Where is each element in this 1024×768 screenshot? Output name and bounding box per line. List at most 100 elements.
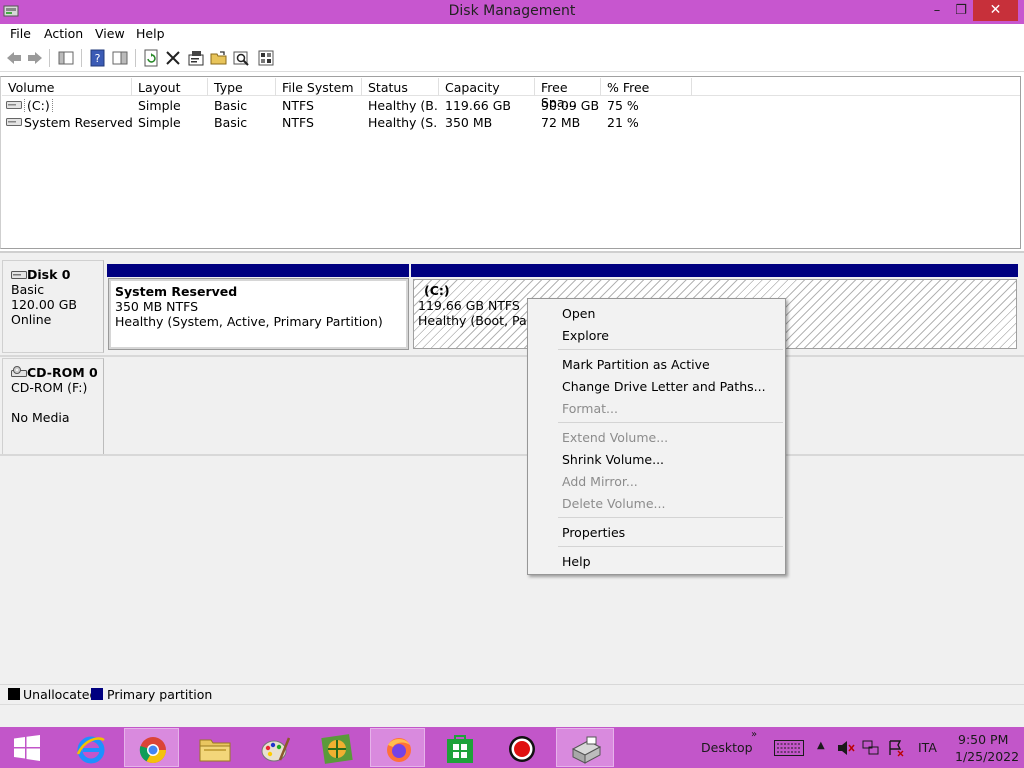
cdrom-0-label[interactable]: CD-ROM 0 CD-ROM (F:) No Media <box>2 358 104 455</box>
close-button[interactable]: ✕ <box>973 0 1018 21</box>
column-layout[interactable]: Layout <box>132 78 208 96</box>
cdrom-0-drive: CD-ROM (F:) <box>11 380 88 395</box>
speaker-muted-icon[interactable] <box>837 740 855 756</box>
taskbar-disk-management[interactable] <box>556 728 614 767</box>
taskbar-firefox[interactable] <box>370 728 425 767</box>
column-status[interactable]: Status <box>362 78 439 96</box>
paint-icon <box>261 737 290 762</box>
start-button[interactable] <box>0 728 52 767</box>
volume-file-system: NTFS <box>282 98 314 113</box>
delete-icon[interactable] <box>164 49 182 67</box>
partition-system-reserved[interactable]: System Reserved 350 MB NTFS Healthy (Sys… <box>108 278 409 350</box>
keyboard-icon[interactable] <box>774 740 804 756</box>
menu-item-shrink-volume[interactable]: Shrink Volume... <box>562 452 664 467</box>
volume-status: Healthy (S... <box>368 115 438 130</box>
store-icon <box>447 735 473 763</box>
input-language[interactable]: ITA <box>918 740 937 755</box>
find-icon[interactable] <box>233 49 251 67</box>
menu-separator <box>558 517 783 518</box>
menu-file[interactable]: File <box>10 26 31 41</box>
column-capacity[interactable]: Capacity <box>439 78 535 96</box>
chevron-right-icon[interactable]: » <box>751 729 757 740</box>
volume-type: Basic <box>214 98 248 113</box>
taskbar-paint[interactable] <box>247 728 302 767</box>
restore-button[interactable]: ❐ <box>946 0 976 21</box>
menu-separator <box>558 349 783 350</box>
volume-list[interactable]: Volume Layout Type File System Status Ca… <box>0 76 1021 249</box>
settings-icon[interactable] <box>257 49 275 67</box>
back-arrow-icon[interactable] <box>5 49 23 67</box>
disk-0-label[interactable]: Disk 0 Basic 120.00 GB Online <box>2 260 104 353</box>
primary-partition-bar <box>411 264 1018 277</box>
action-center-icon[interactable] <box>887 739 905 757</box>
cdrom-0-title: CD-ROM 0 <box>11 365 103 380</box>
cdrom-0-media: No Media <box>11 410 70 425</box>
refresh-icon[interactable] <box>142 49 160 67</box>
table-row[interactable]: System Reserved Simple Basic NTFS Health… <box>2 114 1020 131</box>
drive-icon <box>6 101 22 109</box>
taskbar-chrome[interactable] <box>124 728 179 767</box>
open-icon[interactable] <box>210 49 228 67</box>
properties-icon[interactable] <box>187 49 205 67</box>
menu-item-change-drive-letter[interactable]: Change Drive Letter and Paths... <box>562 379 766 394</box>
partition-size: 350 MB NTFS <box>115 299 199 314</box>
unallocated-swatch <box>8 688 20 700</box>
volume-capacity: 350 MB <box>445 115 493 130</box>
table-row[interactable]: (C:) Simple Basic NTFS Healthy (B... 119… <box>2 97 1020 114</box>
partition-name: System Reserved <box>115 284 238 299</box>
clock-time[interactable]: 9:50 PM <box>958 732 1008 747</box>
firefox-icon <box>387 738 411 762</box>
help-icon[interactable]: ? <box>89 49 107 67</box>
window-title: Disk Management <box>448 3 576 19</box>
desktop-toolbar-label[interactable]: Desktop <box>701 740 753 755</box>
volume-list-header: Volume Layout Type File System Status Ca… <box>2 78 1020 110</box>
show-hide-icon[interactable] <box>111 49 129 67</box>
toolbar: ? <box>0 45 1024 72</box>
column-file-system[interactable]: File System <box>276 78 362 96</box>
volume-free-space: 72 MB <box>541 115 581 130</box>
file-explorer-icon <box>199 739 231 762</box>
hard-disk-icon <box>11 271 27 279</box>
clock-date[interactable]: 1/25/2022 <box>955 749 1019 764</box>
cdrom-0-name: CD-ROM 0 <box>27 365 98 380</box>
volume-file-system: NTFS <box>282 115 314 130</box>
menu-item-add-mirror: Add Mirror... <box>562 474 638 489</box>
menu-view[interactable]: View <box>95 26 125 41</box>
legend-primary-partition: Primary partition <box>107 687 213 702</box>
disk-management-icon <box>571 736 602 764</box>
taskbar-file-explorer[interactable] <box>186 728 241 767</box>
menu-item-format: Format... <box>562 401 618 416</box>
volume-type: Basic <box>214 115 248 130</box>
network-icon[interactable] <box>862 739 880 757</box>
column-volume[interactable]: Volume <box>2 78 132 96</box>
show-hidden-icons-icon[interactable]: ▲ <box>817 740 825 751</box>
volume-name: System Reserved <box>24 115 133 130</box>
column-type[interactable]: Type <box>208 78 276 96</box>
forward-arrow-icon[interactable] <box>26 49 44 67</box>
status-bar <box>0 704 1024 727</box>
volume-name: (C:) <box>24 98 53 113</box>
menu-action[interactable]: Action <box>44 26 83 41</box>
taskbar-recorder[interactable] <box>494 728 549 767</box>
column-free-space[interactable]: Free Spa... <box>535 78 601 110</box>
taskbar-store[interactable] <box>432 728 487 767</box>
volume-status: Healthy (B... <box>368 98 438 113</box>
toolbar-separator <box>135 49 136 67</box>
taskbar-internet-explorer[interactable] <box>63 728 118 767</box>
menu-bar: File Action View Help <box>0 24 1024 44</box>
menu-item-properties[interactable]: Properties <box>562 525 625 540</box>
console-tree-icon[interactable] <box>57 49 75 67</box>
column-percent-free[interactable]: % Free <box>601 78 692 96</box>
menu-item-help[interactable]: Help <box>562 554 591 569</box>
taskbar-maps[interactable] <box>308 728 363 767</box>
menu-item-open[interactable]: Open <box>562 306 595 321</box>
partition-status: Healthy (System, Active, Primary Partiti… <box>115 314 383 329</box>
primary-partition-bar <box>107 264 409 277</box>
volume-layout: Simple <box>138 98 181 113</box>
volume-percent-free: 21 % <box>607 115 639 130</box>
disk-graphical-pane[interactable]: Disk 0 Basic 120.00 GB Online System Res… <box>0 251 1024 684</box>
menu-help[interactable]: Help <box>136 26 165 41</box>
menu-item-explore[interactable]: Explore <box>562 328 609 343</box>
disk-0-type: Basic <box>11 282 45 297</box>
menu-item-mark-active[interactable]: Mark Partition as Active <box>562 357 710 372</box>
